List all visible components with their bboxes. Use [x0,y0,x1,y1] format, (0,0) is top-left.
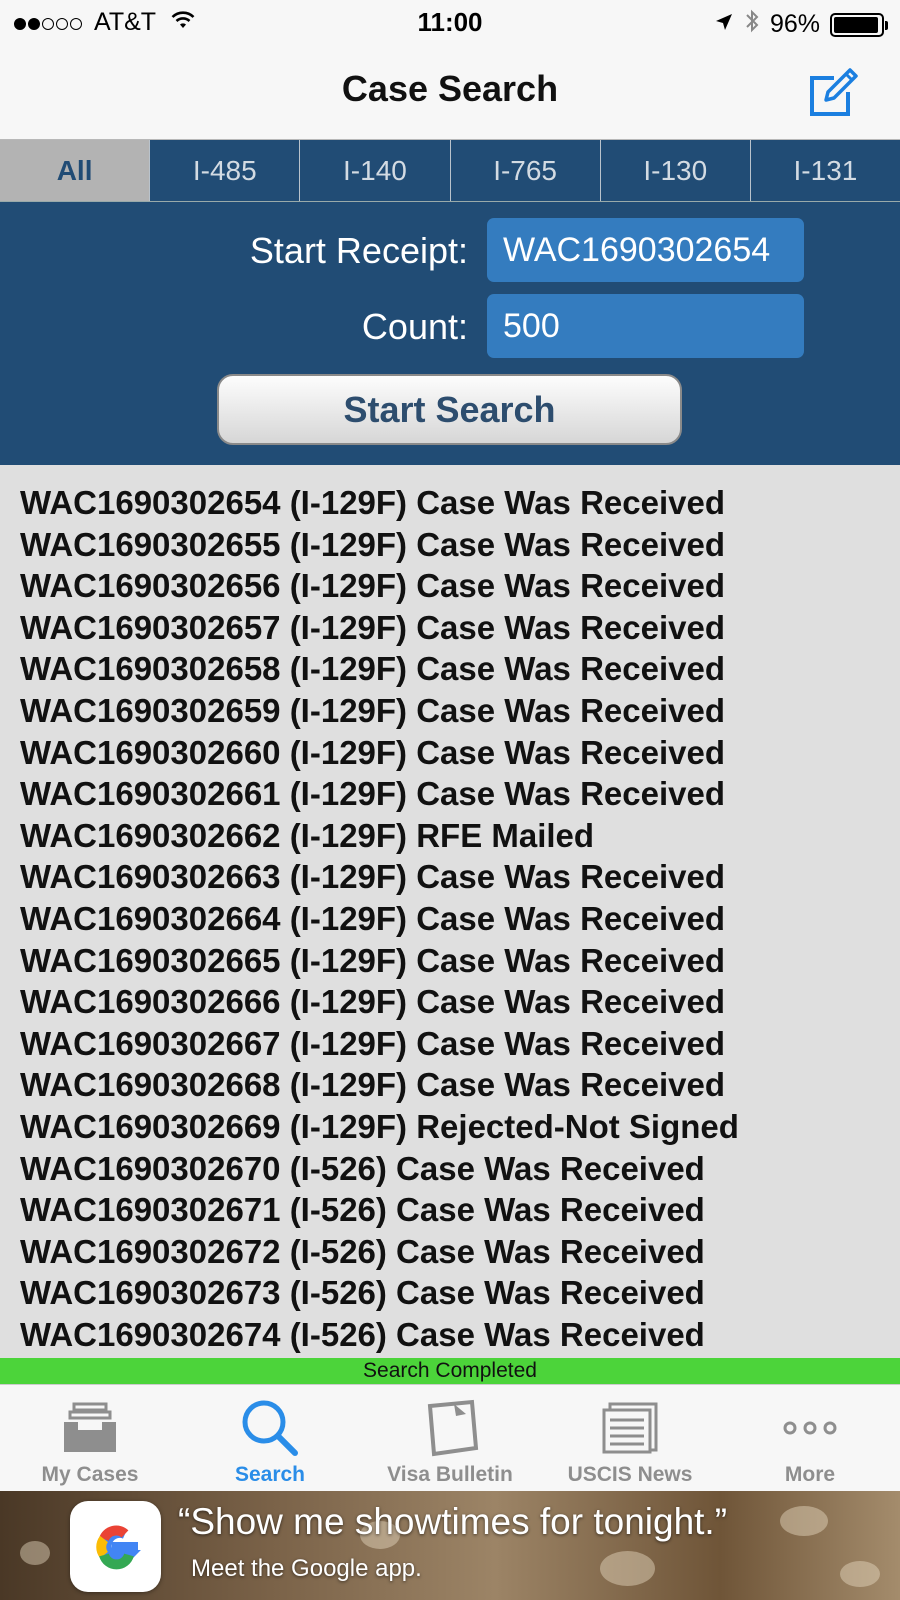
note-card-icon [415,1397,485,1459]
result-row[interactable]: WAC1690302671 (I-526) Case Was Received [20,1189,900,1231]
ad-background-decoration [840,1561,880,1587]
tab-i-140[interactable]: I-140 [300,140,451,201]
result-row[interactable]: WAC1690302662 (I-129F) RFE Mailed [20,815,900,857]
form-type-tabs: All I-485 I-140 I-765 I-130 I-131 [0,140,900,202]
search-status-message: Search Completed [0,1358,900,1384]
ad-background-decoration [600,1551,655,1586]
search-form: Start Receipt: WAC1690302654 Count: 500 … [0,202,900,465]
inbox-tray-icon [55,1397,125,1459]
result-row[interactable]: WAC1690302669 (I-129F) Rejected-Not Sign… [20,1106,900,1148]
ad-subline: Meet the Google app. [191,1555,422,1582]
start-search-button[interactable]: Start Search [217,374,682,445]
start-receipt-row: Start Receipt: WAC1690302654 [0,218,900,282]
result-row[interactable]: WAC1690302667 (I-129F) Case Was Received [20,1023,900,1065]
result-row[interactable]: WAC1690302663 (I-129F) Case Was Received [20,856,900,898]
google-g-icon [70,1501,161,1592]
tabbar-label: My Cases [41,1463,139,1486]
result-row[interactable]: WAC1690302655 (I-129F) Case Was Received [20,524,900,566]
battery-percent: 96% [769,10,820,38]
start-receipt-label: Start Receipt: [249,230,468,271]
result-row[interactable]: WAC1690302668 (I-129F) Case Was Received [20,1064,900,1106]
location-arrow-icon [714,10,734,39]
result-row[interactable]: WAC1690302664 (I-129F) Case Was Received [20,898,900,940]
tabbar-item-visa-bulletin[interactable]: Visa Bulletin [360,1385,540,1491]
tabbar-label: USCIS News [567,1463,693,1486]
tabbar-label: More [784,1463,836,1486]
search-icon [235,1397,305,1459]
bottom-tab-bar: My Cases Search Visa Bulletin USCIS News Mor… [0,1384,900,1491]
tabbar-label: Visa Bulletin [387,1463,513,1486]
ad-banner[interactable]: “Show me showtimes for tonight.” Meet th… [0,1491,900,1600]
count-row: Count: 500 [0,294,900,358]
result-row[interactable]: WAC1690302666 (I-129F) Case Was Received [20,981,900,1023]
tabbar-item-search[interactable]: Search [180,1385,360,1491]
result-row[interactable]: WAC1690302670 (I-526) Case Was Received [20,1148,900,1190]
compose-icon[interactable] [804,64,860,120]
tab-i-131[interactable]: I-131 [751,140,900,201]
result-row[interactable]: WAC1690302673 (I-526) Case Was Received [20,1272,900,1314]
tab-i-485[interactable]: I-485 [150,140,301,201]
ad-background-decoration [780,1506,828,1536]
result-row[interactable]: WAC1690302658 (I-129F) Case Was Received [20,648,900,690]
results-list[interactable]: WAC1690302654 (I-129F) Case Was Received… [0,465,900,1358]
status-bar: AT&T 11:00 96% [0,0,900,44]
navigation-bar: Case Search [0,44,900,140]
status-right-group: 96% [714,8,888,41]
result-row[interactable]: WAC1690302661 (I-129F) Case Was Received [20,773,900,815]
start-receipt-input[interactable]: WAC1690302654 [487,218,804,282]
result-row[interactable]: WAC1690302674 (I-526) Case Was Received [20,1314,900,1356]
result-row[interactable]: WAC1690302660 (I-129F) Case Was Received [20,732,900,774]
tab-i-130[interactable]: I-130 [601,140,751,201]
tabbar-item-my-cases[interactable]: My Cases [0,1385,180,1491]
tabbar-label: Search [234,1463,306,1486]
result-row[interactable]: WAC1690302672 (I-526) Case Was Received [20,1231,900,1273]
bluetooth-icon [744,8,760,41]
count-input[interactable]: 500 [487,294,804,358]
result-row[interactable]: WAC1690302654 (I-129F) Case Was Received [20,482,900,524]
result-row[interactable]: WAC1690302656 (I-129F) Case Was Received [20,565,900,607]
tab-i-765[interactable]: I-765 [451,140,601,201]
tabbar-item-uscis-news[interactable]: USCIS News [540,1385,720,1491]
more-dots-icon [775,1397,845,1459]
ad-headline: “Show me showtimes for tonight.” [178,1501,728,1542]
ad-background-decoration [20,1541,50,1565]
tabbar-item-more[interactable]: More [720,1385,900,1491]
battery-icon [830,12,888,37]
count-label: Count: [361,306,468,347]
result-row[interactable]: WAC1690302657 (I-129F) Case Was Received [20,607,900,649]
page-title: Case Search [341,68,559,109]
newspaper-icon [595,1397,665,1459]
tab-all[interactable]: All [0,140,151,201]
result-row[interactable]: WAC1690302659 (I-129F) Case Was Received [20,690,900,732]
result-row[interactable]: WAC1690302665 (I-129F) Case Was Received [20,940,900,982]
